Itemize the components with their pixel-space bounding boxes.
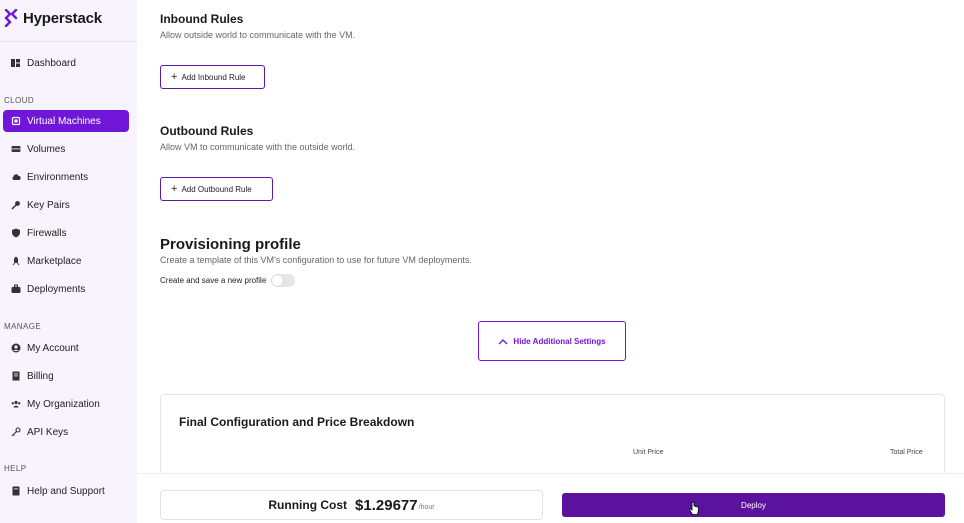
- inbound-rules-title: Inbound Rules: [160, 12, 244, 26]
- chip-icon: [11, 116, 21, 126]
- sidebar-item-firewalls[interactable]: Firewalls: [3, 222, 129, 244]
- dashboard-icon: [11, 58, 21, 68]
- section-manage: MANAGE: [4, 322, 42, 331]
- chevron-up-icon: [498, 338, 508, 344]
- sidebar-item-label: My Account: [27, 342, 79, 354]
- total-price-header: Total Price: [890, 449, 923, 456]
- outbound-rules-description: Allow VM to communicate with the outside…: [160, 142, 356, 152]
- outbound-rules-title: Outbound Rules: [160, 124, 254, 138]
- brand-divider: [0, 41, 137, 42]
- deploy-button[interactable]: Deploy: [562, 493, 945, 517]
- running-cost-box: Running Cost $1.29677 /hour: [160, 490, 543, 520]
- running-cost-label: Running Cost: [268, 498, 348, 512]
- add-outbound-rule-label: Add Outbound Rule: [181, 184, 252, 194]
- sidebar-item-my-account[interactable]: My Account: [3, 337, 129, 359]
- sidebar-item-label: Firewalls: [27, 227, 67, 239]
- sidebar-item-label: API Keys: [27, 426, 69, 438]
- sidebar-item-billing[interactable]: Billing: [3, 365, 129, 387]
- plus-icon: +: [171, 182, 178, 195]
- user-circle-icon: [11, 343, 21, 353]
- bottom-action-bar: Running Cost $1.29677 /hour Deploy: [137, 473, 964, 523]
- volume-icon: [11, 144, 21, 154]
- briefcase-icon: [11, 284, 21, 294]
- hide-additional-settings-label: Hide Additional Settings: [513, 336, 606, 346]
- running-cost-unit: /hour: [418, 503, 435, 511]
- inbound-rules-description: Allow outside world to communicate with …: [160, 30, 356, 40]
- create-profile-label: Create and save a new profile: [160, 276, 267, 285]
- brand-name: Hyperstack: [23, 9, 102, 27]
- sidebar-item-dashboard[interactable]: Dashboard: [3, 52, 129, 74]
- hide-additional-settings-button[interactable]: Hide Additional Settings: [478, 321, 626, 361]
- final-configuration-title: Final Configuration and Price Breakdown: [179, 415, 415, 429]
- provisioning-profile-description: Create a template of this VM's configura…: [160, 255, 472, 265]
- deploy-label: Deploy: [741, 500, 766, 510]
- plus-icon: +: [171, 70, 178, 83]
- running-cost-value: $1.29677: [355, 496, 418, 514]
- sidebar: Hyperstack Dashboard CLOUD Virtual Machi…: [0, 0, 137, 523]
- section-cloud: CLOUD: [4, 96, 35, 105]
- provisioning-profile-title: Provisioning profile: [160, 236, 301, 253]
- receipt-icon: [11, 371, 21, 381]
- sidebar-item-label: My Organization: [27, 398, 100, 410]
- sidebar-item-deployments[interactable]: Deployments: [3, 278, 129, 300]
- sidebar-item-help-and-support[interactable]: Help and Support: [3, 480, 129, 502]
- sidebar-item-label: Volumes: [27, 143, 66, 155]
- add-inbound-rule-label: Add Inbound Rule: [181, 72, 246, 82]
- app-root: Hyperstack Dashboard CLOUD Virtual Machi…: [0, 0, 964, 523]
- help-book-icon: [11, 486, 21, 496]
- brand[interactable]: Hyperstack: [0, 0, 137, 36]
- hyperstack-logo-icon: [4, 9, 18, 27]
- sidebar-item-label: Environments: [27, 171, 89, 183]
- sidebar-item-label: Help and Support: [27, 485, 105, 497]
- create-profile-toggle[interactable]: [271, 274, 296, 287]
- key-icon: [11, 200, 21, 210]
- users-icon: [11, 399, 21, 409]
- sidebar-item-marketplace[interactable]: Marketplace: [3, 250, 129, 272]
- sidebar-item-label: Dashboard: [27, 57, 76, 69]
- shield-icon: [11, 228, 21, 238]
- sidebar-item-label: Deployments: [27, 283, 86, 295]
- sidebar-item-my-organization[interactable]: My Organization: [3, 393, 129, 415]
- main-content: Inbound Rules Allow outside world to com…: [137, 0, 964, 523]
- cloud-icon: [11, 172, 21, 182]
- sidebar-item-api-keys[interactable]: API Keys: [3, 421, 129, 443]
- add-outbound-rule-button[interactable]: + Add Outbound Rule: [160, 177, 273, 201]
- sidebar-item-label: Billing: [27, 370, 54, 382]
- create-profile-row: Create and save a new profile: [160, 274, 296, 287]
- sidebar-item-label: Marketplace: [27, 255, 82, 267]
- sidebar-item-volumes[interactable]: Volumes: [3, 138, 129, 160]
- add-inbound-rule-button[interactable]: + Add Inbound Rule: [160, 65, 265, 89]
- sidebar-item-label: Virtual Machines: [27, 115, 101, 127]
- sidebar-item-environments[interactable]: Environments: [3, 166, 129, 188]
- rocket-icon: [11, 256, 21, 266]
- sidebar-item-virtual-machines[interactable]: Virtual Machines: [3, 110, 129, 132]
- sidebar-item-key-pairs[interactable]: Key Pairs: [3, 194, 129, 216]
- api-key-icon: [11, 427, 21, 437]
- sidebar-item-label: Key Pairs: [27, 199, 70, 211]
- hand-cursor-icon: [689, 502, 699, 515]
- toggle-knob: [272, 275, 284, 286]
- section-help: HELP: [4, 464, 27, 473]
- unit-price-header: Unit Price: [633, 449, 664, 456]
